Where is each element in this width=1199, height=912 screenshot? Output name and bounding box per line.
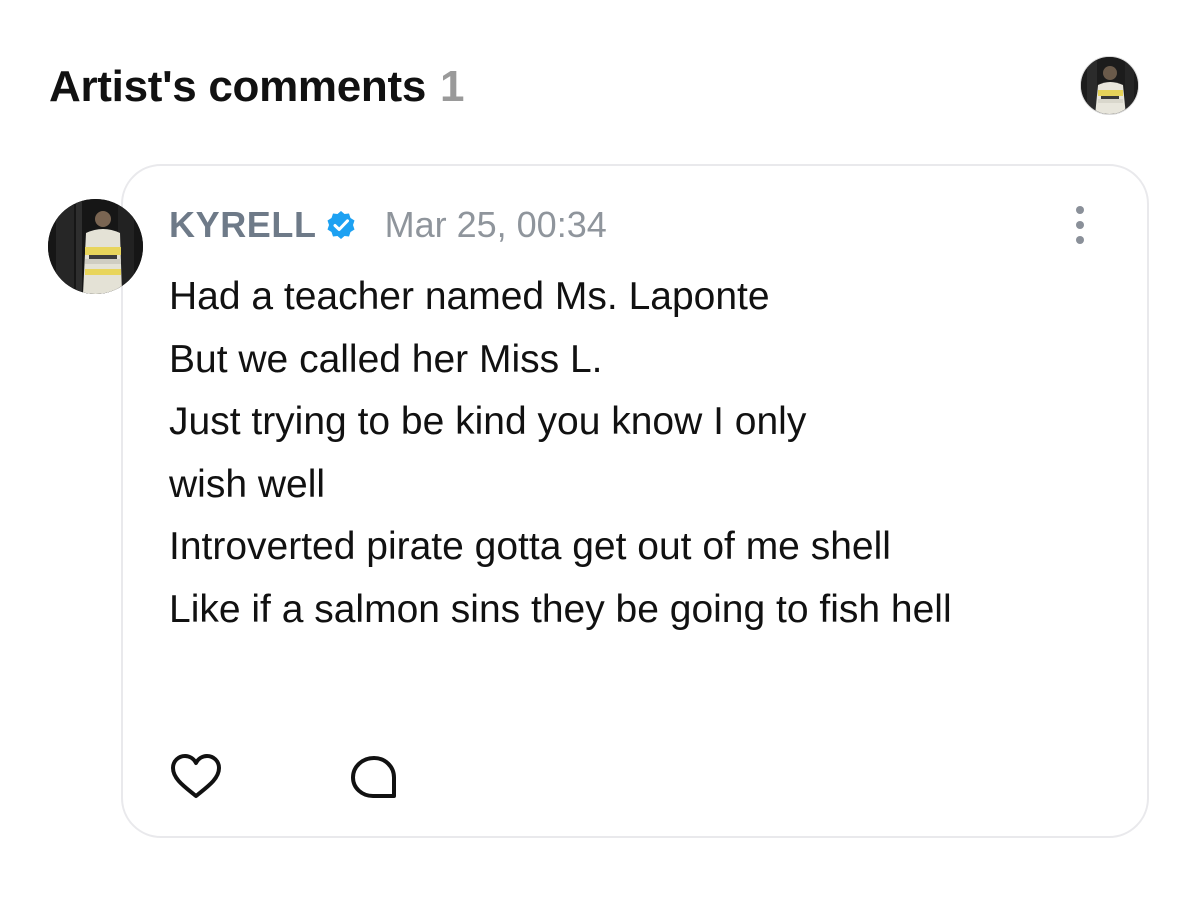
comment-line: wish well bbox=[169, 462, 326, 506]
comment-line: Like if a salmon sins they be going to f… bbox=[169, 587, 952, 631]
comment-timestamp: Mar 25, 00:34 bbox=[384, 204, 607, 245]
comment-line: Had a teacher named Ms. Laponte bbox=[169, 275, 770, 318]
author-avatar-icon bbox=[48, 199, 143, 294]
author-avatar[interactable] bbox=[48, 199, 143, 294]
comment-text: Had a teacher named Ms. Laponte But we c… bbox=[169, 266, 1129, 641]
comment-count: 1 bbox=[440, 62, 465, 111]
comment-line: Just trying to be kind you know I only bbox=[169, 400, 807, 443]
section-title: Artist's comments bbox=[49, 62, 427, 111]
more-options-button[interactable] bbox=[1060, 200, 1100, 250]
more-vertical-icon bbox=[1076, 206, 1084, 214]
user-avatar-icon bbox=[1081, 57, 1138, 114]
comment-meta: KYRELL Mar 25, 00:34 bbox=[169, 202, 607, 248]
heart-outline-icon bbox=[171, 754, 221, 798]
comment-line: But we called her Miss L. bbox=[169, 337, 603, 381]
current-user-avatar[interactable] bbox=[1080, 56, 1139, 115]
author-name[interactable]: KYRELL bbox=[169, 204, 317, 246]
comments-page: Artist's comments 1 KYRELL Mar 25, 00:34… bbox=[0, 0, 1199, 912]
like-button[interactable] bbox=[168, 752, 224, 802]
reply-button[interactable] bbox=[346, 752, 402, 802]
comment-bubble-icon bbox=[351, 756, 396, 798]
section-header: Artist's comments 1 bbox=[49, 62, 465, 112]
verified-check-icon bbox=[325, 209, 357, 241]
comment-line: Introverted pirate gotta get out of me s… bbox=[169, 525, 891, 568]
